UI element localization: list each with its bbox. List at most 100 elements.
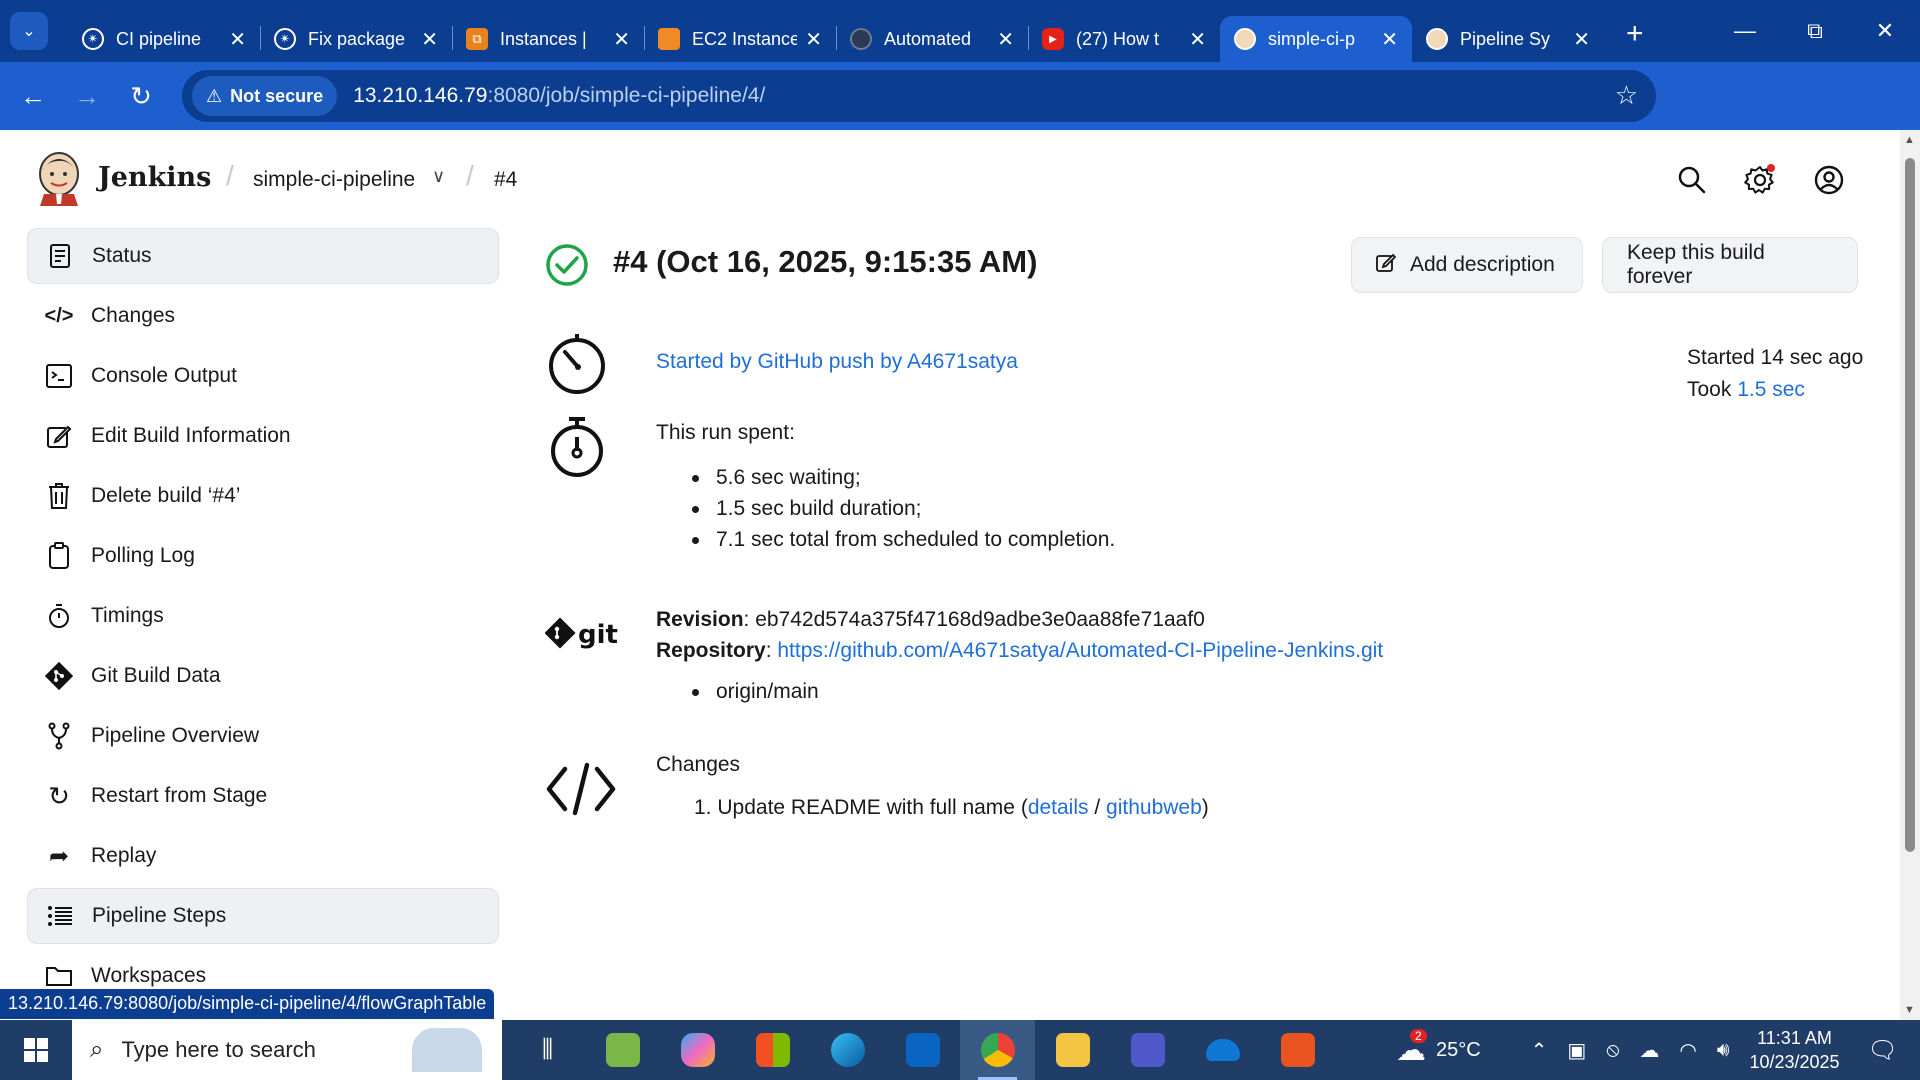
sidebar-item-pipeline-overview[interactable]: Pipeline Overview: [27, 708, 499, 764]
sidebar-item-console-output[interactable]: Console Output: [27, 348, 499, 404]
search-icon: ⌕: [90, 1036, 104, 1063]
change-details-link[interactable]: details: [1028, 796, 1089, 819]
url-text[interactable]: 13.210.146.79:8080/job/simple-ci-pipelin…: [353, 84, 765, 108]
cloud-icon: ☁ 2: [1395, 1028, 1427, 1067]
sidebar-item-restart-from-stage[interactable]: ↻ Restart from Stage: [27, 768, 499, 824]
browser-tab[interactable]: ✴ Fix package ✕: [260, 16, 452, 62]
revision-line: Revision: eb742d574a375f47168d9adbe3e0aa…: [656, 608, 1205, 631]
show-hidden-icons[interactable]: ⌃: [1531, 1038, 1548, 1063]
sidebar-item-git-build-data[interactable]: Git Build Data: [27, 648, 499, 704]
weather-widget[interactable]: ☁ 2 25°C: [1395, 1028, 1481, 1068]
breadcrumb-separator: /: [466, 160, 474, 191]
user-account-icon[interactable]: [1813, 164, 1845, 196]
sidebar-item-replay[interactable]: ➦ Replay: [27, 828, 499, 884]
image-viewer-app-icon[interactable]: [585, 1020, 660, 1080]
sidebar-item-timings[interactable]: Timings: [27, 588, 499, 644]
browser-tab[interactable]: ✴ CI pipeline ✕: [68, 16, 260, 62]
repository-link[interactable]: https://github.com/A4671satya/Automated-…: [777, 639, 1383, 662]
close-tab-icon[interactable]: ✕: [1189, 27, 1206, 52]
chevron-down-icon[interactable]: ∨: [432, 166, 445, 187]
settings-gear-icon[interactable]: [1744, 164, 1776, 196]
run-spent-label: This run spent:: [656, 421, 795, 444]
browser-tab[interactable]: ▶ (27) How t ✕: [1028, 16, 1220, 62]
browser-tab[interactable]: Automated ✕: [836, 16, 1028, 62]
page-scrollbar[interactable]: ▲ ▼: [1900, 130, 1920, 1020]
app-name[interactable]: Jenkins: [98, 162, 211, 193]
taskbar-search-box[interactable]: ⌕ Type here to search: [72, 1020, 502, 1080]
browser-tab[interactable]: Pipeline Sy ✕: [1412, 16, 1604, 62]
meet-now-icon[interactable]: ▣: [1567, 1038, 1586, 1063]
list-icon: [46, 902, 74, 930]
close-tab-icon[interactable]: ✕: [229, 27, 246, 52]
camera-off-icon[interactable]: ⦸: [1606, 1039, 1619, 1062]
scroll-up-icon[interactable]: ▲: [1904, 134, 1915, 146]
change-githubweb-link[interactable]: githubweb: [1106, 796, 1202, 819]
clock[interactable]: 11:31 AM 10/23/2025: [1749, 1026, 1839, 1074]
edge-browser-icon[interactable]: [810, 1020, 885, 1080]
forward-icon[interactable]: →: [60, 81, 114, 112]
outlook-app-icon[interactable]: [885, 1020, 960, 1080]
svg-text:git: git: [578, 620, 618, 650]
changes-label: Changes: [656, 753, 741, 776]
windows-start-icon[interactable]: [0, 1020, 72, 1080]
chrome-browser-icon[interactable]: [960, 1020, 1035, 1080]
browser-tab-active[interactable]: simple-ci-p ✕: [1220, 16, 1412, 62]
sidebar-item-polling-log[interactable]: Polling Log: [27, 528, 499, 584]
browser-tab[interactable]: ⧉ Instances | ✕: [452, 16, 644, 62]
notifications-icon[interactable]: 🗨︎: [1868, 1036, 1898, 1065]
close-tab-icon[interactable]: ✕: [421, 27, 438, 52]
omnibox[interactable]: ⚠ Not secure 13.210.146.79:8080/job/simp…: [182, 70, 1656, 122]
breadcrumb-job[interactable]: simple-ci-pipeline: [253, 168, 415, 192]
timer-icon: [549, 334, 605, 394]
restore-icon[interactable]: ⧉: [1780, 0, 1850, 62]
keep-build-forever-button[interactable]: Keep this build forever: [1602, 237, 1858, 293]
aws-icon: ⧉: [466, 28, 488, 50]
sidebar-item-changes[interactable]: </> Changes: [27, 288, 499, 344]
close-tab-icon[interactable]: ✕: [1381, 27, 1398, 52]
add-description-button[interactable]: Add description: [1351, 237, 1583, 293]
microsoft-store-icon[interactable]: [735, 1020, 810, 1080]
teams-app-icon[interactable]: [1110, 1020, 1185, 1080]
copilot-app-icon[interactable]: [660, 1020, 735, 1080]
search-icon[interactable]: [1676, 164, 1708, 196]
close-tab-icon[interactable]: ✕: [1573, 27, 1590, 52]
replay-icon: ➦: [48, 842, 70, 870]
file-explorer-icon[interactable]: [1035, 1020, 1110, 1080]
breadcrumb-build[interactable]: #4: [494, 168, 517, 192]
tab-strip: ✴ CI pipeline ✕ ✴ Fix package ✕ ⧉ Instan…: [68, 0, 1604, 62]
sidebar-item-edit-build-information[interactable]: Edit Build Information: [27, 408, 499, 464]
address-bar-row: ← → ↻ ⚠ Not secure 13.210.146.79:8080/jo…: [0, 62, 1920, 174]
sidebar-item-pipeline-steps[interactable]: Pipeline Steps: [27, 888, 499, 944]
started-by-link[interactable]: Started by GitHub push by A4671satya: [656, 350, 1018, 373]
browser-tab[interactable]: EC2 Instance ✕: [644, 16, 836, 62]
sidebar-item-status[interactable]: Status: [27, 228, 499, 284]
warning-icon: ⚠: [206, 85, 223, 106]
taskbar-apps: ⫼: [510, 1020, 1335, 1080]
task-view-icon[interactable]: ⫼: [510, 1020, 585, 1080]
security-chip[interactable]: ⚠ Not secure: [192, 76, 338, 116]
git-icon: [45, 662, 73, 690]
close-tab-icon[interactable]: ✕: [613, 27, 630, 52]
scrollbar-thumb[interactable]: [1905, 158, 1915, 852]
sidebar: Status </> Changes Console Output Edit B…: [27, 228, 499, 1008]
sidebar-item-delete-build[interactable]: Delete build ‘#4’: [27, 468, 499, 524]
close-tab-icon[interactable]: ✕: [805, 27, 822, 52]
cloud-sync-icon[interactable]: ☁: [1639, 1038, 1659, 1063]
minimize-icon[interactable]: —: [1710, 0, 1780, 62]
jenkins-page: Jenkins / simple-ci-pipeline ∨ / #4 Stat…: [0, 130, 1900, 1020]
onedrive-app-icon[interactable]: [1185, 1020, 1260, 1080]
volume-icon[interactable]: 🔊︎: [1717, 1039, 1730, 1062]
jenkins-logo[interactable]: [34, 150, 84, 206]
scroll-down-icon[interactable]: ▼: [1904, 1004, 1915, 1016]
reload-icon[interactable]: ↻: [114, 81, 168, 112]
wifi-icon[interactable]: ◠: [1679, 1038, 1696, 1063]
back-icon[interactable]: ←: [6, 81, 60, 112]
ubuntu-app-icon[interactable]: [1260, 1020, 1335, 1080]
new-tab-button[interactable]: +: [1626, 17, 1644, 51]
terminal-icon: [45, 362, 73, 390]
took-duration-link[interactable]: 1.5 sec: [1737, 378, 1805, 401]
close-window-icon[interactable]: ✕: [1850, 0, 1920, 62]
tab-search-button[interactable]: ⌄: [10, 12, 48, 50]
close-tab-icon[interactable]: ✕: [997, 27, 1014, 52]
bookmark-star-icon[interactable]: ☆: [1615, 80, 1638, 111]
